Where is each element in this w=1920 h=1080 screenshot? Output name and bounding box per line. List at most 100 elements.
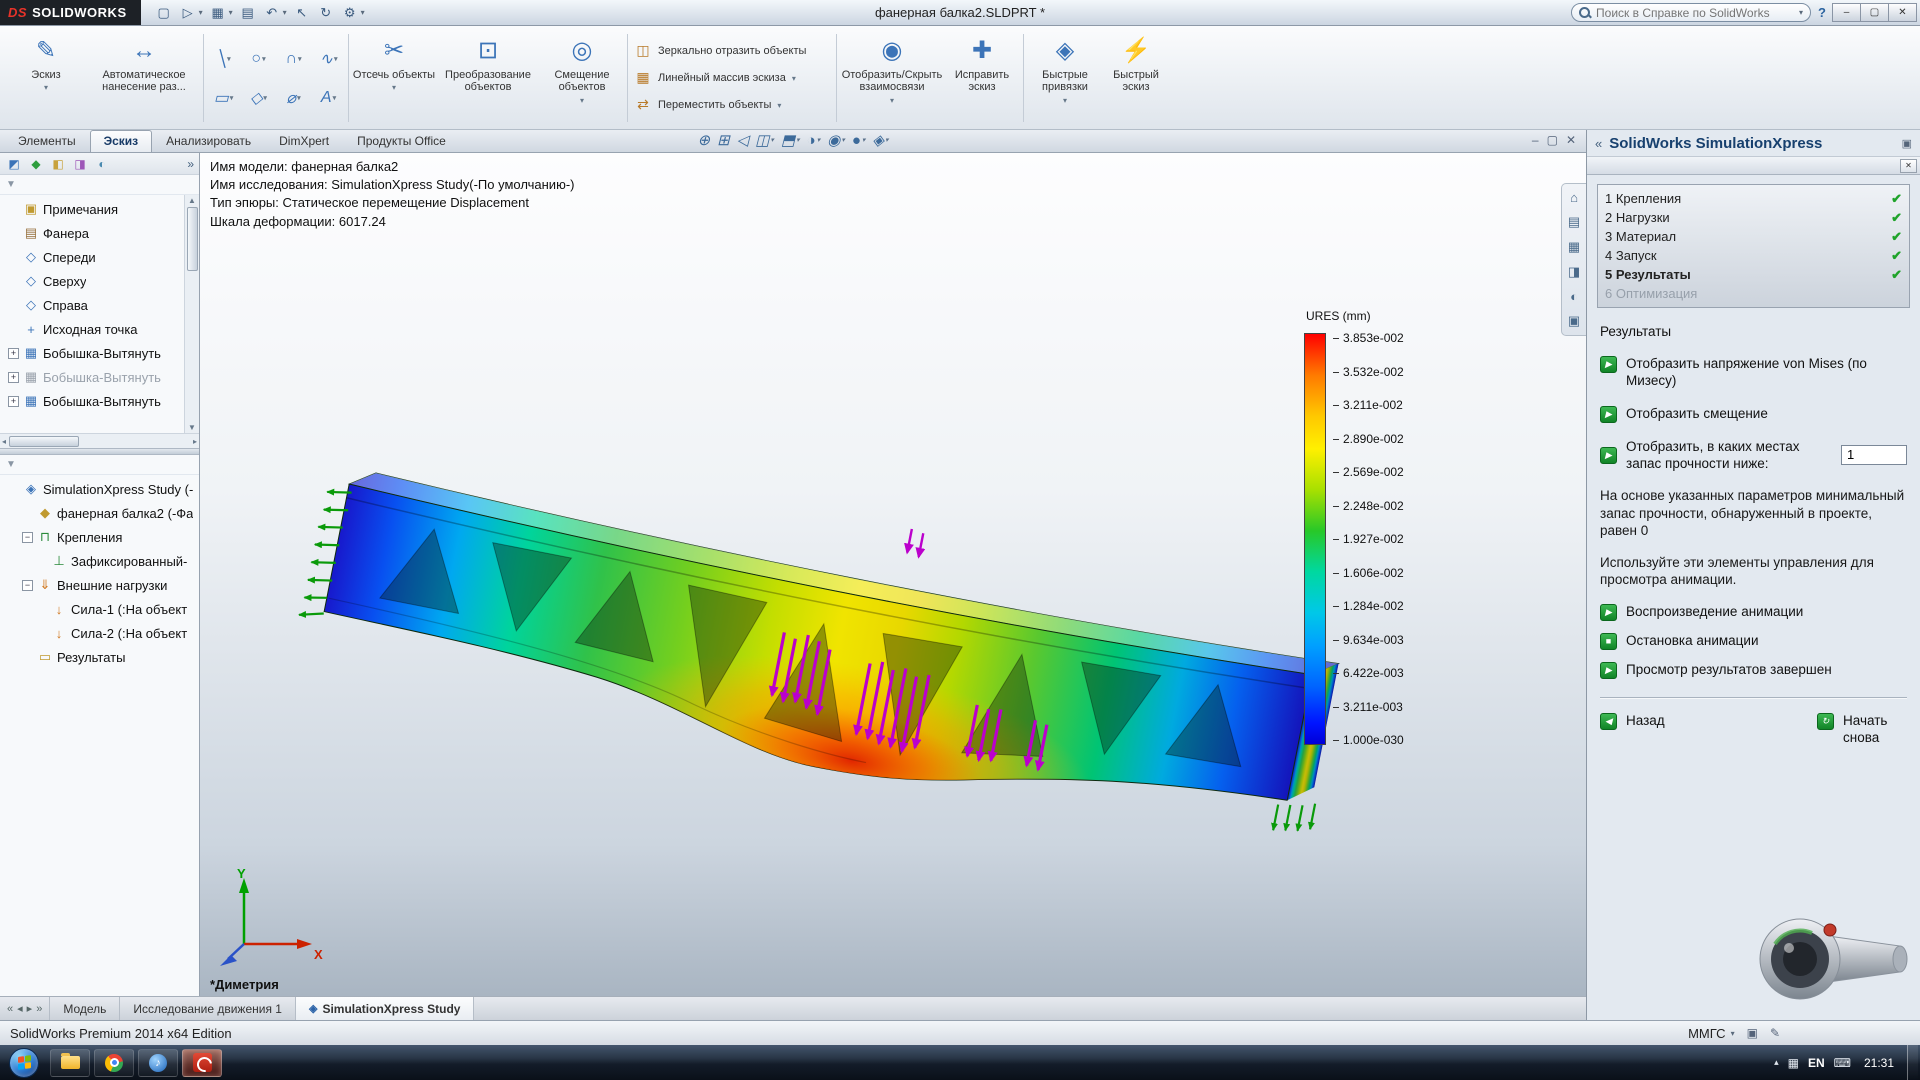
maximize-button[interactable]: ▢ — [1860, 3, 1889, 22]
step-optimize[interactable]: 6 Оптимизация — [1605, 284, 1902, 303]
scroll-up-icon[interactable]: ▲ — [188, 196, 196, 205]
search-input[interactable] — [1596, 6, 1794, 20]
tree-item-origin[interactable]: +Исходная точка — [0, 317, 184, 341]
tab-features[interactable]: Элементы — [4, 130, 90, 152]
search-caret-icon[interactable]: ▾ — [1799, 8, 1803, 17]
smart-dimension-button[interactable]: ↔ Автоматическое нанесение раз... — [88, 29, 200, 127]
fos-input[interactable] — [1841, 445, 1907, 465]
stop-animation-button[interactable]: ■ Остановка анимации — [1600, 632, 1907, 650]
doc-minimize-icon[interactable]: – — [1532, 133, 1539, 147]
tree-item-front-plane[interactable]: ◇Спереди — [0, 245, 184, 269]
trim-entities-button[interactable]: ✂ Отсечь объекты ▾ — [352, 29, 436, 127]
tree-item-extrude3[interactable]: +▦Бобышка-Вытянуть — [0, 389, 184, 413]
scrollbar-thumb[interactable] — [187, 207, 198, 271]
move-entities-button[interactable]: ⇄ Переместить объекты ▾ — [631, 95, 833, 115]
tab-evaluate[interactable]: Анализировать — [152, 130, 265, 152]
undo-caret-icon[interactable]: ▾ — [283, 8, 287, 17]
propertymanager-tab-icon[interactable]: ◆ — [27, 155, 45, 173]
linear-pattern-caret-icon[interactable]: ▾ — [792, 74, 796, 83]
appearances-icon[interactable]: ◐ — [1570, 289, 1578, 304]
display-style-icon[interactable]: ◑▾ — [807, 132, 821, 149]
view-palette-icon[interactable]: ◨ — [1568, 264, 1580, 280]
help-icon[interactable]: ? — [1818, 5, 1826, 20]
expand-panel-icon[interactable]: » — [187, 157, 194, 171]
zoom-fit-icon[interactable]: ⊕ — [698, 131, 711, 149]
edit-appearance-icon[interactable]: ●▾ — [852, 132, 866, 149]
filter-funnel-icon[interactable]: ▼ — [6, 459, 16, 470]
restart-button[interactable]: ↻ Начать снова — [1817, 712, 1907, 747]
new-icon[interactable]: ▢ — [153, 3, 175, 23]
status-edit-icon[interactable]: ✎ — [1770, 1026, 1780, 1040]
filter-funnel-icon[interactable]: ▼ — [6, 179, 16, 190]
print-icon[interactable]: ▤ — [237, 3, 259, 23]
linear-pattern-button[interactable]: ▦ Линейный массив эскиза ▾ — [631, 68, 833, 88]
close-wizard-button[interactable]: ✕ — [1900, 159, 1917, 173]
options-gear-icon[interactable]: ⚙ — [339, 3, 361, 23]
scrollbar-thumb[interactable] — [9, 436, 79, 447]
first-tab-icon[interactable]: « — [7, 1003, 13, 1015]
step-material[interactable]: 3 Материал✔ — [1605, 227, 1902, 246]
offset-entities-button[interactable]: ◎ Смещение объектов ▾ — [540, 29, 624, 127]
tree-item-study[interactable]: ◈SimulationXpress Study (- — [0, 477, 199, 501]
tree-filter-bar[interactable]: ▼ — [0, 175, 199, 195]
taskbar-solidworks-button[interactable] — [182, 1049, 222, 1077]
taskbar-explorer-button[interactable] — [50, 1049, 90, 1077]
done-viewing-button[interactable]: ▶ Просмотр результатов завершен — [1600, 661, 1907, 679]
file-explorer-icon[interactable]: ▦ — [1568, 239, 1580, 255]
language-indicator[interactable]: EN — [1808, 1056, 1825, 1070]
tab-motion-study[interactable]: Исследование движения 1 — [120, 997, 296, 1020]
section-view-icon[interactable]: ◫▾ — [755, 131, 774, 149]
scroll-left-icon[interactable]: ◂ — [2, 437, 6, 446]
rapid-sketch-button[interactable]: ⚡ Быстрый эскиз — [1103, 29, 1169, 127]
zoom-area-icon[interactable]: ⊞ — [717, 131, 730, 149]
view-orientation-icon[interactable]: ⬒▾ — [781, 131, 800, 149]
simulation-filter-bar[interactable]: ▼ — [0, 455, 199, 475]
tree-item-part[interactable]: ◆фанерная балка2 (-Фа — [14, 501, 199, 525]
play-animation-button[interactable]: ▶ Воспроизведение анимации — [1600, 603, 1907, 621]
collapse-pane-icon[interactable]: « — [1595, 136, 1602, 151]
expand-icon[interactable]: + — [8, 348, 19, 359]
tray-status-icon[interactable]: ▦ — [1788, 1056, 1799, 1070]
tree-item-right-plane[interactable]: ◇Справа — [0, 293, 184, 317]
mirror-entities-button[interactable]: ◫ Зеркально отразить объекты — [631, 41, 833, 61]
displaymanager-tab-icon[interactable]: ◐ — [93, 155, 111, 173]
repair-sketch-button[interactable]: ✚ Исправить эскиз — [944, 29, 1020, 127]
relations-caret-icon[interactable]: ▾ — [890, 97, 894, 106]
tab-office-products[interactable]: Продукты Office — [343, 130, 460, 152]
spline-tool-icon[interactable]: ∿▾ — [312, 40, 345, 77]
tree-item-force-1[interactable]: ↓Сила-1 (:На объект — [28, 597, 199, 621]
step-loads[interactable]: 2 Нагрузки✔ — [1605, 208, 1902, 227]
ellipse-tool-icon[interactable]: ⌀▾ — [277, 79, 310, 116]
units-selector[interactable]: ММГС — [1688, 1026, 1726, 1041]
step-fixtures[interactable]: 1 Крепления✔ — [1605, 189, 1902, 208]
collapse-icon[interactable]: − — [22, 580, 33, 591]
tree-vertical-scrollbar[interactable]: ▲ ▼ — [184, 195, 199, 433]
tree-item-force-2[interactable]: ↓Сила-2 (:На объект — [28, 621, 199, 645]
graphics-area[interactable]: Имя модели: фанерная балка2 Имя исследов… — [200, 153, 1586, 996]
convert-entities-button[interactable]: ⊡ Преобразование объектов — [436, 29, 540, 127]
show-hidden-icons[interactable]: ▴ — [1774, 1057, 1779, 1068]
units-caret-icon[interactable]: ▾ — [1731, 1029, 1735, 1038]
sketch-button[interactable]: ✎ Эскиз ▾ — [4, 29, 88, 127]
tree-item-fixed-geometry[interactable]: ⊥Зафиксированный- — [28, 549, 199, 573]
tab-sketch[interactable]: Эскиз — [90, 130, 153, 152]
step-run[interactable]: 4 Запуск✔ — [1605, 246, 1902, 265]
featuremanager-tab-icon[interactable]: ◩ — [5, 155, 23, 173]
tree-item-annotations[interactable]: ▣Примечания — [0, 197, 184, 221]
next-tab-icon[interactable]: ▸ — [27, 1002, 33, 1015]
doc-close-icon[interactable]: ✕ — [1566, 133, 1576, 147]
save-icon[interactable]: ▦ — [207, 3, 229, 23]
options-caret-icon[interactable]: ▾ — [361, 8, 365, 17]
select-arrow-icon[interactable]: ↖ — [291, 3, 313, 23]
scroll-right-icon[interactable]: ▸ — [193, 437, 197, 446]
tab-model[interactable]: Модель — [50, 997, 120, 1020]
step-results[interactable]: 5 Результаты✔ — [1605, 265, 1902, 284]
status-tag-icon[interactable]: ▣ — [1747, 1026, 1758, 1040]
apply-scene-icon[interactable]: ◈▾ — [872, 131, 888, 149]
taskbar-chrome-button[interactable] — [94, 1049, 134, 1077]
tree-horizontal-scrollbar[interactable]: ◂ ▸ — [0, 433, 199, 448]
expand-icon[interactable]: + — [8, 372, 19, 383]
tree-item-results[interactable]: ▭Результаты — [14, 645, 199, 669]
dimxpertmanager-tab-icon[interactable]: ◨ — [71, 155, 89, 173]
show-desktop-button[interactable] — [1907, 1045, 1918, 1080]
